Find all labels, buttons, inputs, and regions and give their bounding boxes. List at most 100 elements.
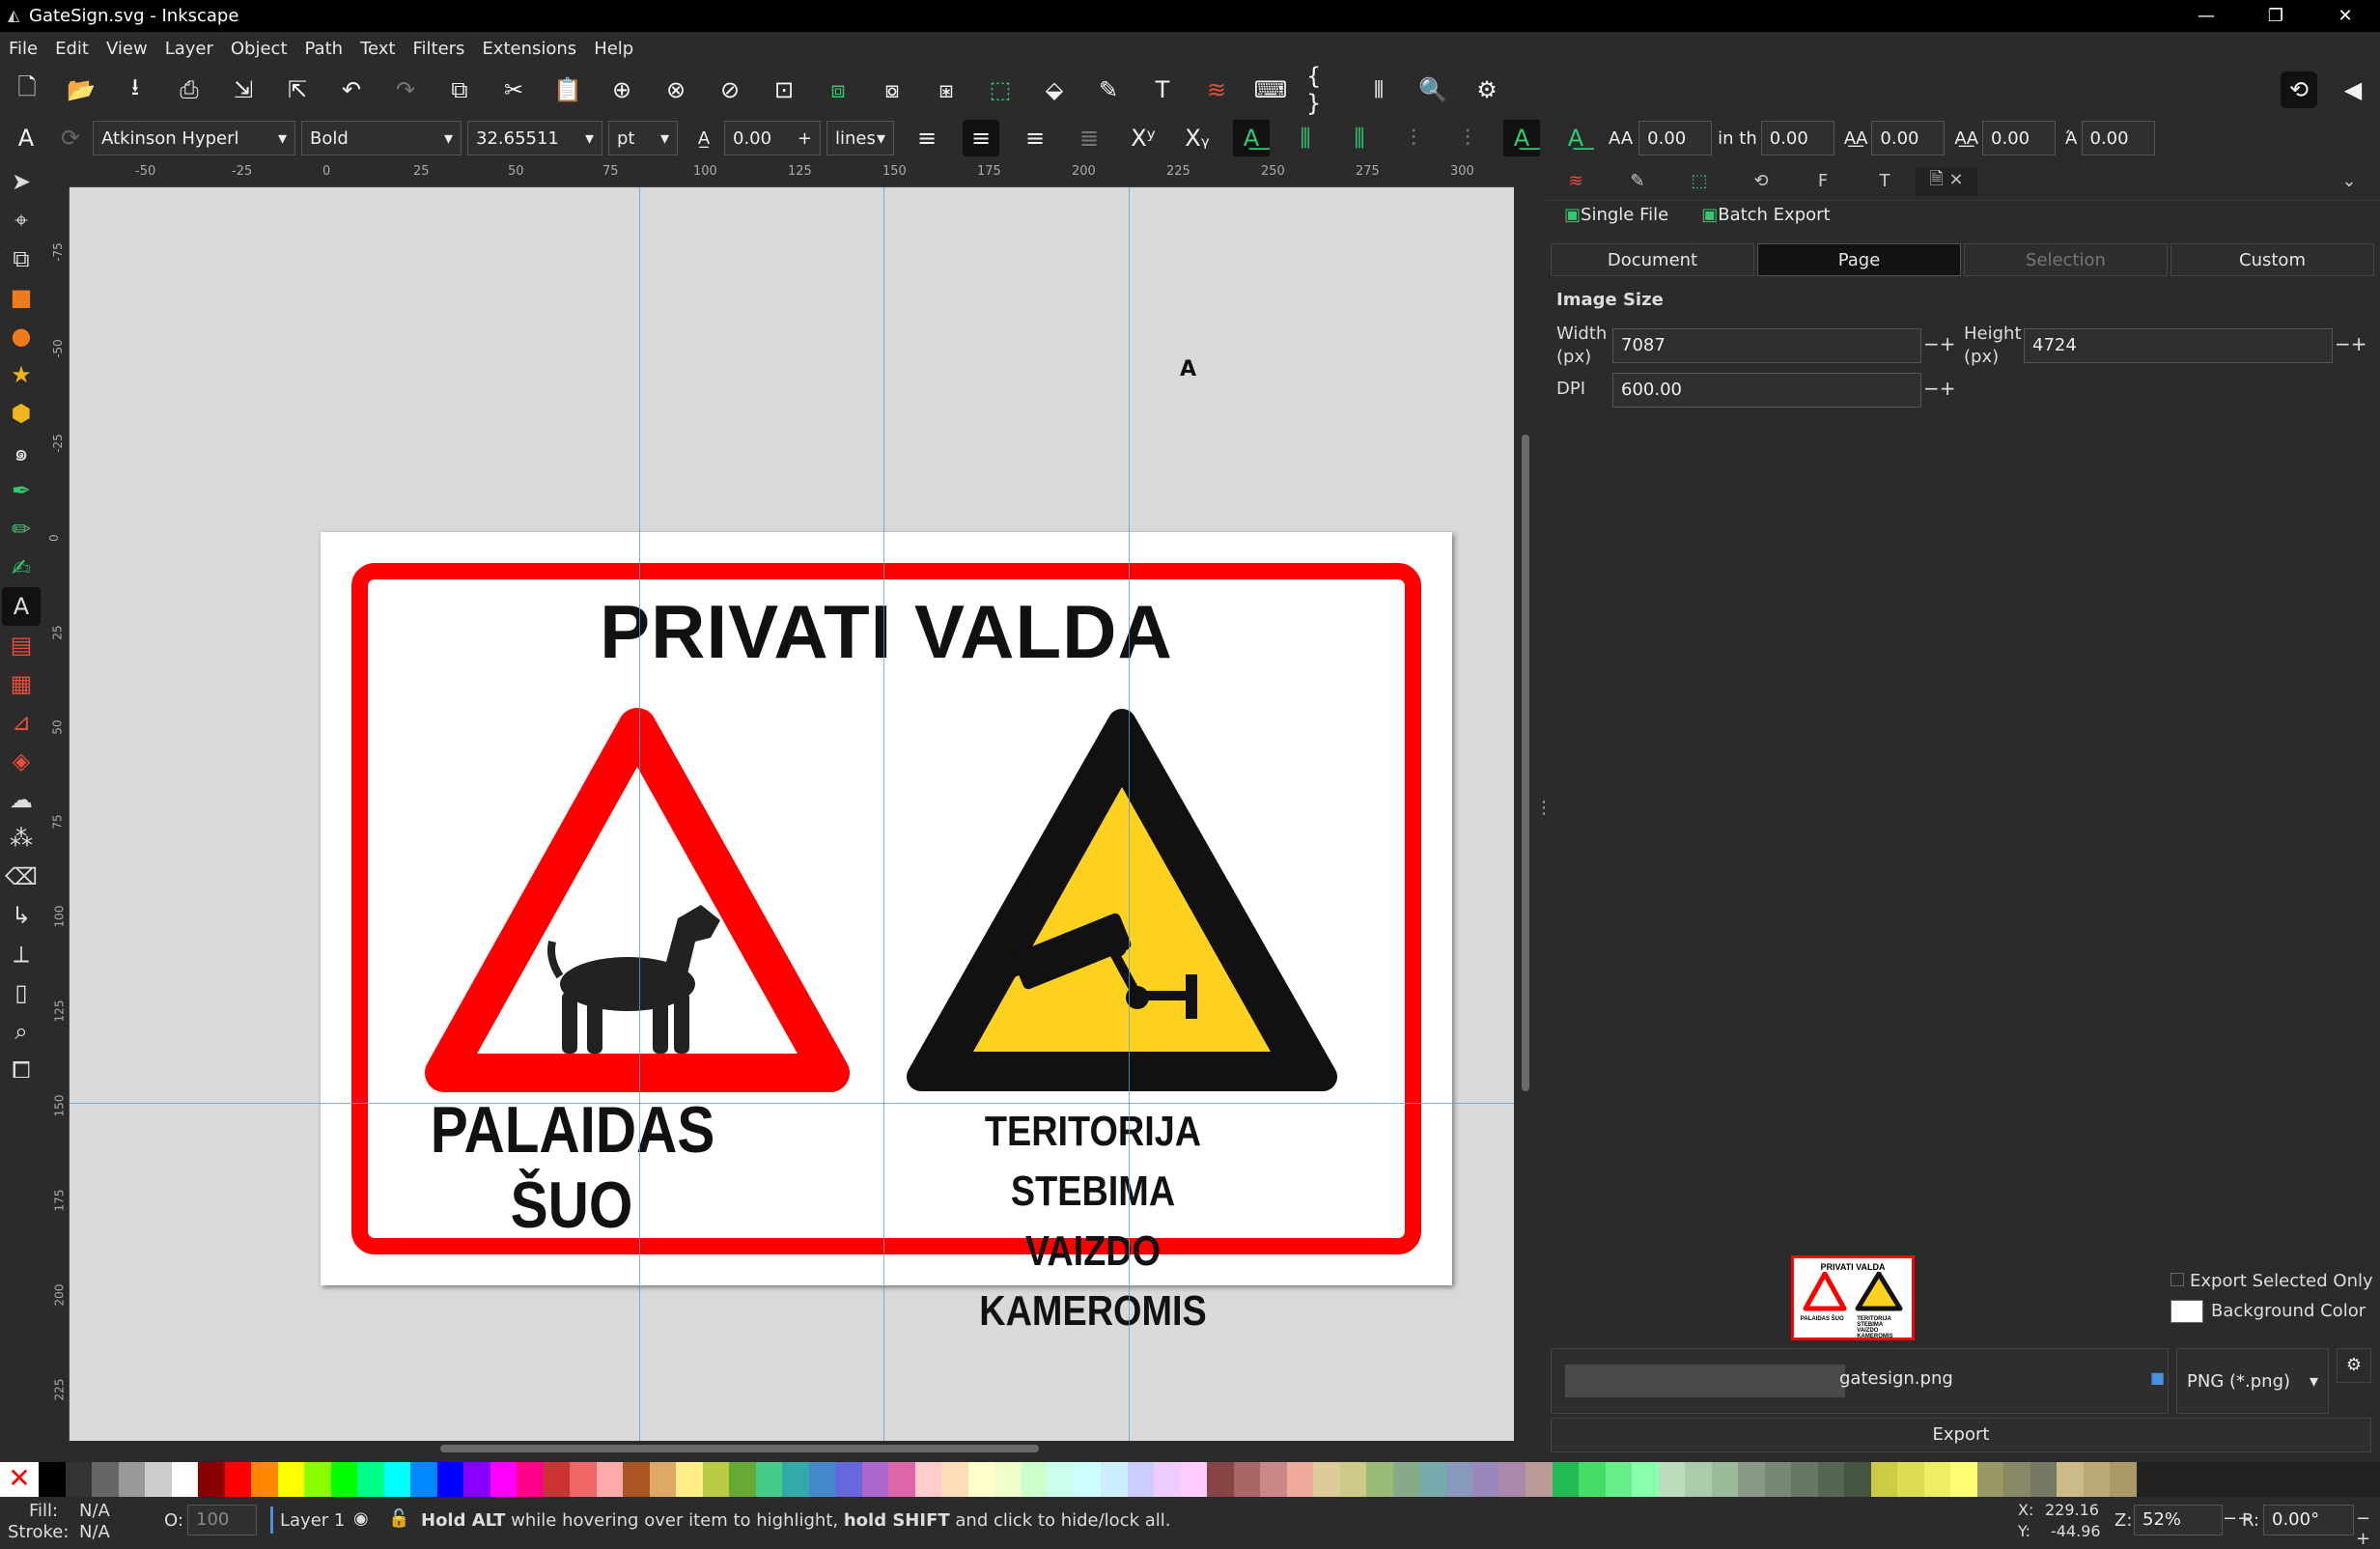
close-window-button[interactable]: ✕ (2310, 0, 2380, 32)
color-swatch[interactable] (1339, 1462, 1366, 1497)
print-icon[interactable]: ⎙ (171, 71, 208, 108)
fill-stroke-icon[interactable]: ✎ (1090, 71, 1127, 108)
layer-visibility-icon[interactable]: ◉ (353, 1508, 369, 1529)
menu-file[interactable]: File (0, 35, 46, 64)
color-swatch[interactable] (1976, 1462, 2003, 1497)
star-tool-icon[interactable]: ★ (2, 355, 41, 394)
color-swatch[interactable] (383, 1462, 410, 1497)
cctv-caption-line-2[interactable]: VAIZDO KAMEROMIS (918, 1222, 1267, 1341)
guide-line[interactable] (883, 187, 884, 1441)
shape-builder-icon[interactable]: ⧉ (2, 239, 41, 278)
color-swatch[interactable] (596, 1462, 623, 1497)
redo-icon[interactable]: ↷ (387, 71, 424, 108)
stroke-value[interactable]: N/A (79, 1522, 110, 1542)
color-swatch[interactable] (1579, 1462, 1606, 1497)
connector-tool-icon[interactable]: ↳ (2, 896, 41, 935)
tweak-tool-icon[interactable]: ☁ (2, 780, 41, 819)
color-swatch[interactable] (1738, 1462, 1765, 1497)
dog-warning-sign[interactable] (425, 706, 850, 1092)
export-icon[interactable]: ⇱ (279, 71, 316, 108)
vertical-text-rl-icon[interactable]: ⫼ (1287, 120, 1324, 156)
color-swatch[interactable] (1711, 1462, 1738, 1497)
node-tool-icon[interactable]: ⌖ (2, 201, 41, 239)
color-swatch[interactable] (1526, 1462, 1553, 1497)
tab-batch-export[interactable]: ▣Batch Export (1701, 205, 1830, 225)
color-swatch[interactable] (1260, 1462, 1287, 1497)
color-swatch[interactable] (676, 1462, 703, 1497)
spray-tool-icon[interactable]: ⁂ (2, 819, 41, 858)
tab-align[interactable]: ⬚ (1668, 171, 1730, 191)
export-button[interactable]: Export (1551, 1418, 2371, 1452)
align-center-icon[interactable]: ≡ (963, 120, 999, 156)
color-swatch[interactable] (118, 1462, 145, 1497)
scrollbar-thumb[interactable] (1522, 435, 1529, 1091)
color-swatch[interactable] (1074, 1462, 1101, 1497)
color-swatch[interactable] (729, 1462, 756, 1497)
color-palette[interactable]: ✕ (0, 1462, 2380, 1497)
color-swatch[interactable] (2110, 1462, 2137, 1497)
color-swatch[interactable] (1685, 1462, 1712, 1497)
color-swatch[interactable] (1817, 1462, 1844, 1497)
minimize-button[interactable]: — (2171, 0, 2241, 32)
color-swatch[interactable] (463, 1462, 490, 1497)
ellipse-tool-icon[interactable]: ● (2, 317, 41, 355)
tab-text[interactable]: T (1854, 171, 1916, 191)
guide-line[interactable] (70, 1103, 1514, 1104)
word-spacing-field[interactable]: 0.00 (1760, 121, 1834, 155)
reload-fonts-icon[interactable]: ⟳ (52, 120, 89, 156)
color-swatch[interactable] (941, 1462, 968, 1497)
duplicate-icon[interactable]: ⧈ (820, 71, 856, 108)
sign-title[interactable]: PRIVATI VALDA (321, 588, 1452, 676)
tab-export[interactable]: 🗎 × (1916, 166, 1977, 196)
measure-tool-icon[interactable]: ⟂ (2, 935, 41, 973)
vertical-text-lr-icon[interactable]: ⫼ (1341, 120, 1378, 156)
font-size-field[interactable]: 32.65511 ▾ (467, 121, 602, 155)
color-swatch[interactable] (888, 1462, 915, 1497)
drawing-canvas[interactable]: PRIVATI VALDA PALAIDAS ŠUO TERITORIJA ST… (70, 187, 1514, 1441)
color-swatch[interactable] (2030, 1462, 2057, 1497)
pencil-tool-icon[interactable]: ✏ (2, 510, 41, 549)
justify-icon[interactable]: ≣ (1071, 120, 1107, 156)
canvas-scrollbar-horizontal[interactable] (440, 1445, 1039, 1452)
selector-tool-icon[interactable]: ➤ (2, 162, 41, 201)
rectangle-tool-icon[interactable]: ■ (2, 278, 41, 317)
font-style-select[interactable]: Bold ▾ (301, 121, 462, 155)
text-direction-icon[interactable]: ⫶ (1449, 120, 1486, 156)
color-swatch[interactable] (570, 1462, 597, 1497)
color-swatch[interactable] (967, 1462, 994, 1497)
menu-extensions[interactable]: Extensions (473, 35, 585, 64)
zoom-center-icon[interactable]: ⊡ (766, 71, 802, 108)
menu-help[interactable]: Help (585, 35, 642, 64)
snap-toggle-icon[interactable]: ⟲ (2281, 71, 2317, 108)
cut-icon[interactable]: ✂ (495, 71, 532, 108)
dpi-input[interactable]: 600.00 (1612, 373, 1921, 408)
calligraphy-tool-icon[interactable]: ✍ (2, 549, 41, 587)
unlink-clone-icon[interactable]: ⧆ (928, 71, 965, 108)
dog-caption[interactable]: PALAIDAS ŠUO (431, 1092, 715, 1243)
color-swatch[interactable] (357, 1462, 384, 1497)
menu-text[interactable]: Text (351, 35, 404, 64)
page[interactable]: PRIVATI VALDA PALAIDAS ŠUO TERITORIJA ST… (321, 532, 1452, 1335)
color-swatch[interactable] (1632, 1462, 1659, 1497)
align-distribute-icon[interactable]: ⫴ (1360, 71, 1397, 108)
layer-lock-icon[interactable]: 🔓 (388, 1508, 409, 1529)
color-swatch[interactable] (1764, 1462, 1791, 1497)
tab-single-file[interactable]: ▣Single File (1564, 205, 1668, 225)
new-document-icon[interactable]: 🗋 (9, 71, 45, 108)
horizontal-kerning-field[interactable]: 0.00 (1871, 121, 1946, 155)
zoom-field[interactable]: 52% (2134, 1505, 2223, 1535)
align-left-icon[interactable]: ≡ (909, 120, 945, 156)
baseline-icon[interactable]: A͟ (1557, 120, 1594, 156)
horizontal-text-icon[interactable]: A͟ (1233, 120, 1270, 156)
color-swatch[interactable] (702, 1462, 729, 1497)
color-swatch[interactable] (277, 1462, 304, 1497)
width-stepper[interactable]: −+ (1923, 332, 1956, 355)
text-font-icon[interactable]: T (1144, 71, 1181, 108)
line-unit-select[interactable]: lines ▾ (826, 121, 894, 155)
copy-icon[interactable]: ⧉ (441, 71, 478, 108)
guide-line[interactable] (639, 187, 640, 1441)
color-swatch[interactable] (1605, 1462, 1632, 1497)
ungroup-icon[interactable]: ⬙ (1036, 71, 1073, 108)
cctv-caption-line-1[interactable]: TERITORIJA STEBIMA (918, 1102, 1267, 1222)
fill-value[interactable]: N/A (79, 1501, 110, 1521)
